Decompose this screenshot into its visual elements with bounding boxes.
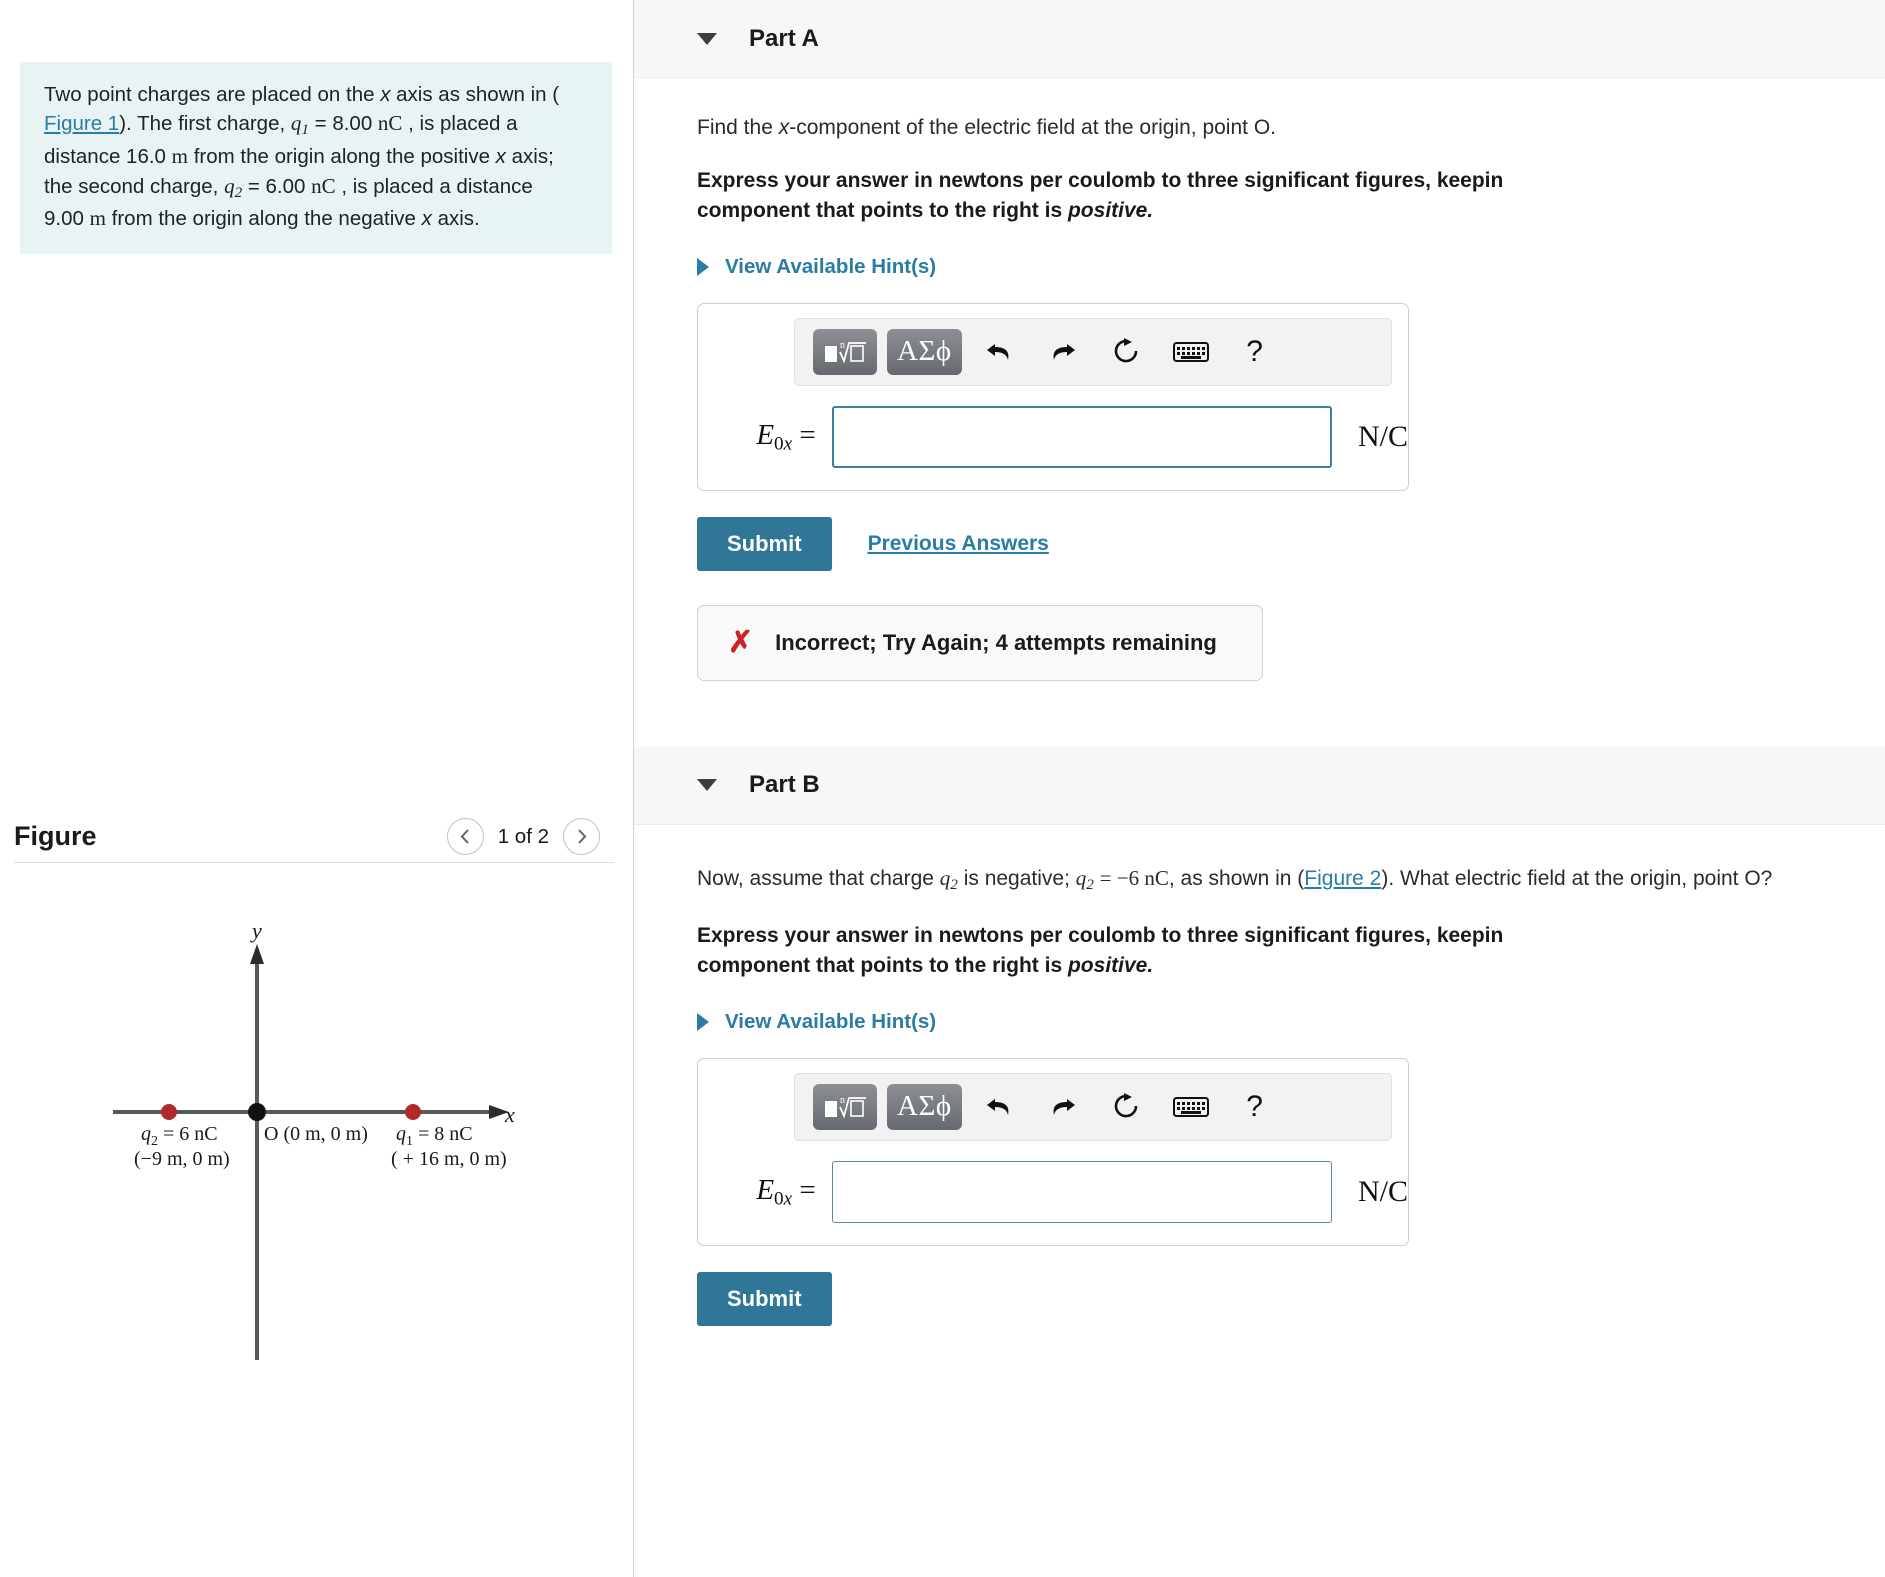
part-b-question: Now, assume that charge q2 is negative; … — [697, 863, 1885, 897]
part-a-input-row: E0x = N/C — [722, 386, 1408, 468]
figure-prev-button[interactable] — [446, 818, 484, 855]
problem-statement: Two point charges are placed on the x ax… — [20, 62, 612, 255]
svg-text:n: n — [840, 1095, 845, 1106]
part-a-instruction: Express your answer in newtons per coulo… — [697, 166, 1885, 227]
greek-symbols-button[interactable]: ΑΣϕ — [887, 1083, 962, 1130]
charge-axis-svg: y x q2 = 6 nC (−9 m, 0 m) O (0 m, 0 m) q… — [113, 918, 515, 1360]
part-b-question-line-2: electric field at the origin, point O? — [1454, 866, 1773, 890]
part-b-hints-toggle[interactable]: View Available Hint(s) — [697, 1010, 1885, 1034]
right-panel: Part A Find the x-component of the elect… — [634, 0, 1885, 1577]
part-b-instruction-line-2: component that points to the right is po… — [697, 954, 1154, 978]
figure-diagram: y x q2 = 6 nC (−9 m, 0 m) O (0 m, 0 m) q… — [0, 900, 634, 1360]
part-b-input-row: E0x = N/C — [722, 1141, 1408, 1223]
part-b-answer-card: n ΑΣϕ ? E0x = N/C — [697, 1057, 1409, 1246]
question-mark-icon[interactable]: ? — [1228, 329, 1282, 375]
undo-arrow-icon[interactable] — [972, 1084, 1026, 1130]
part-a-feedback-text: Incorrect; Try Again; 4 attempts remaini… — [775, 629, 1217, 655]
part-a-button-row: Submit Previous Answers — [697, 516, 1885, 571]
undo-arrow-icon[interactable] — [972, 329, 1026, 375]
greek-button-label: ΑΣϕ — [897, 1090, 952, 1123]
question-mark-icon[interactable]: ? — [1228, 1084, 1282, 1130]
part-b-math-toolbar: n ΑΣϕ ? — [794, 1072, 1392, 1141]
part-a-previous-answers-link[interactable]: Previous Answers — [868, 532, 1049, 556]
figure-header: Figure 1 of 2 — [14, 818, 614, 855]
part-a-feedback: ✗ Incorrect; Try Again; 4 attempts remai… — [697, 604, 1263, 681]
part-a-body: Find the x-component of the electric fie… — [634, 78, 1885, 681]
figure-2-link[interactable]: Figure 2 — [1304, 867, 1381, 890]
problem-line-4: the second charge, q2 = 6.00 nC , is pla… — [44, 173, 533, 201]
svg-text:y: y — [250, 918, 262, 943]
problem-line-2: Figure 1). The first charge, q1 = 8.00 n… — [44, 111, 518, 139]
template-radical-icon[interactable]: n — [813, 1083, 877, 1130]
problem-line-5: 9.00 m from the origin along the negativ… — [44, 206, 480, 231]
part-b-hints-label: View Available Hint(s) — [725, 1009, 937, 1033]
problem-line-3: distance 16.0 m from the origin along th… — [44, 143, 554, 168]
part-a-submit-button[interactable]: Submit — [697, 516, 832, 571]
part-a-hints-label: View Available Hint(s) — [725, 254, 937, 278]
part-a-answer-input[interactable] — [831, 405, 1332, 468]
figure-counter: 1 of 2 — [497, 824, 549, 848]
part-a-instruction-line-1: Express your answer in newtons per coulo… — [697, 169, 1504, 192]
figure-navigation: 1 of 2 — [446, 818, 614, 855]
part-a-answer-unit: N/C — [1357, 419, 1408, 453]
keyboard-icon[interactable] — [1164, 1084, 1218, 1130]
part-a-answer-card: n ΑΣϕ ? E0x = N/C — [697, 302, 1409, 491]
redo-arrow-icon[interactable] — [1036, 1084, 1090, 1130]
part-a-answer-label: E0x = — [756, 418, 816, 455]
greek-button-label: ΑΣϕ — [897, 335, 952, 368]
part-b-submit-button[interactable]: Submit — [697, 1271, 832, 1326]
problem-line-1: Two point charges are placed on the x ax… — [44, 83, 560, 106]
x-mark-icon: ✗ — [728, 625, 754, 659]
left-panel: Two point charges are placed on the x ax… — [0, 0, 634, 1577]
figure-divider — [14, 862, 614, 863]
part-a-question: Find the x-component of the electric fie… — [697, 116, 1276, 139]
svg-text:(−9 m, 0 m): (−9 m, 0 m) — [134, 1148, 230, 1170]
redo-arrow-icon[interactable] — [1036, 329, 1090, 375]
part-a-instruction-line-2: component that points to the right is po… — [697, 199, 1154, 223]
svg-text:q1 = 8 nC: q1 = 8 nC — [396, 1123, 473, 1149]
part-b-answer-label: E0x = — [756, 1173, 816, 1210]
hint-triangle-icon — [697, 257, 709, 276]
part-b-answer-unit: N/C — [1357, 1174, 1408, 1208]
svg-text:q2 = 6 nC: q2 = 6 nC — [141, 1123, 218, 1149]
chevron-right-icon — [578, 829, 587, 844]
svg-text:x: x — [504, 1102, 515, 1127]
collapse-caret-icon[interactable] — [697, 779, 717, 792]
part-b-button-row: Submit — [697, 1271, 1885, 1326]
part-a-title: Part A — [749, 24, 819, 52]
part-b-instruction-line-1: Express your answer in newtons per coulo… — [697, 924, 1504, 948]
collapse-caret-icon[interactable] — [697, 32, 717, 45]
greek-symbols-button[interactable]: ΑΣϕ — [887, 328, 962, 375]
part-b-question-line-1: Now, assume that charge q2 is negative; … — [697, 865, 1450, 894]
keyboard-icon[interactable] — [1164, 329, 1218, 375]
svg-text:n: n — [840, 340, 845, 351]
figure-next-button[interactable] — [563, 818, 600, 855]
part-b-header[interactable]: Part B — [634, 746, 1885, 825]
part-a-math-toolbar: n ΑΣϕ ? — [794, 317, 1392, 386]
part-b-answer-input[interactable] — [831, 1160, 1332, 1223]
chevron-left-icon — [460, 829, 469, 844]
hint-triangle-icon — [697, 1012, 709, 1031]
svg-text:O (0 m, 0 m): O (0 m, 0 m) — [264, 1123, 368, 1145]
figure-title: Figure — [14, 821, 97, 851]
reset-circular-arrow-icon[interactable] — [1100, 329, 1154, 375]
part-a-header[interactable]: Part A — [634, 0, 1885, 78]
figure-1-link[interactable]: Figure 1 — [44, 112, 119, 135]
part-b-instruction: Express your answer in newtons per coulo… — [697, 921, 1885, 982]
svg-text:( + 16 m, 0 m): ( + 16 m, 0 m) — [391, 1148, 507, 1170]
part-a-hints-toggle[interactable]: View Available Hint(s) — [697, 255, 1885, 279]
part-b-title: Part B — [749, 771, 820, 799]
part-b-body: Now, assume that charge q2 is negative; … — [634, 825, 1885, 1326]
page-root: Two point charges are placed on the x ax… — [0, 0, 1885, 1577]
reset-circular-arrow-icon[interactable] — [1100, 1084, 1154, 1130]
template-radical-icon[interactable]: n — [813, 328, 877, 375]
